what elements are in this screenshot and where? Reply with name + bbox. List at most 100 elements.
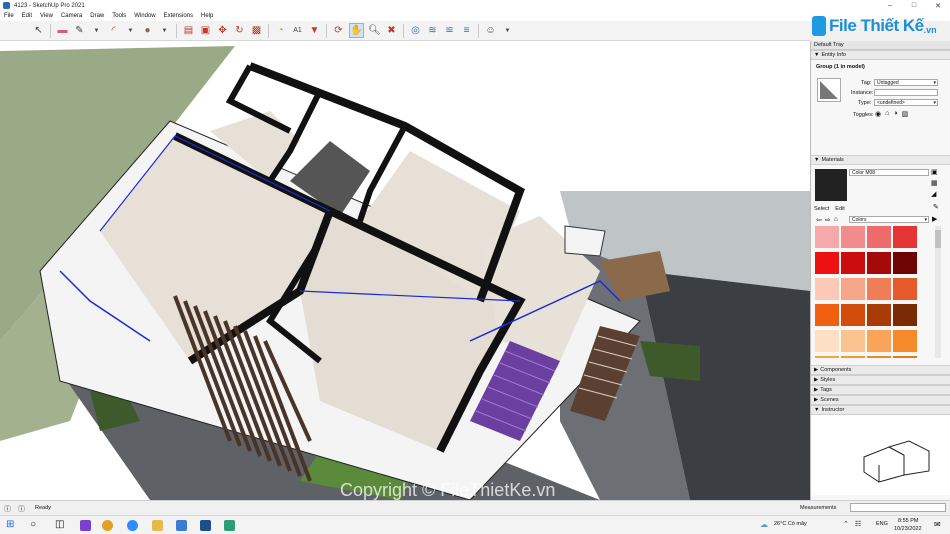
- type-select[interactable]: <undefined> ▾: [874, 99, 938, 106]
- close-button[interactable]: ✕: [926, 0, 950, 11]
- browser-icon[interactable]: [176, 520, 187, 531]
- color-swatch[interactable]: [893, 278, 917, 300]
- color-swatch[interactable]: [893, 226, 917, 248]
- color-swatch[interactable]: [815, 356, 839, 358]
- instance-input[interactable]: [874, 89, 938, 96]
- tab-select[interactable]: Select: [814, 206, 829, 212]
- color-swatch[interactable]: [867, 278, 891, 300]
- color-swatch[interactable]: [841, 278, 865, 300]
- language-indicator[interactable]: ENG: [876, 521, 888, 527]
- tape-measure-tool-icon[interactable]: ◔: [274, 24, 287, 37]
- color-swatch[interactable]: [815, 330, 839, 352]
- weather-icon[interactable]: ☁: [760, 520, 768, 529]
- text-tool-icon[interactable]: A1: [291, 24, 304, 37]
- color-swatch[interactable]: [841, 226, 865, 248]
- messenger-icon[interactable]: [80, 520, 91, 531]
- menu-help[interactable]: Help: [201, 13, 213, 19]
- dropdown-arrow-icon[interactable]: ▼: [90, 24, 103, 37]
- default-material-icon[interactable]: ◢: [931, 190, 936, 198]
- color-swatch[interactable]: [841, 252, 865, 274]
- extension-warehouse-icon[interactable]: ≋: [426, 24, 439, 37]
- forward-arrow-icon[interactable]: ⇨: [825, 216, 831, 224]
- move-tool-icon[interactable]: ✥: [216, 24, 229, 37]
- instructor-header[interactable]: ▼ Instructor: [811, 405, 950, 415]
- color-swatch[interactable]: [893, 356, 917, 358]
- color-swatch[interactable]: [815, 252, 839, 274]
- color-swatch[interactable]: [841, 304, 865, 326]
- scale-tool-icon[interactable]: ▩: [250, 24, 263, 37]
- cast-shadow-toggle-icon[interactable]: ◑: [893, 110, 897, 118]
- rotate-tool-icon[interactable]: ↻: [233, 24, 246, 37]
- file-explorer-icon[interactable]: [152, 520, 163, 531]
- create-material-icon[interactable]: ▣: [931, 168, 938, 176]
- geo-location-icon[interactable]: ⓘ: [4, 504, 11, 514]
- tray-overflow-icon[interactable]: ⌃: [843, 520, 849, 528]
- color-swatch[interactable]: [867, 356, 891, 358]
- scenes-header[interactable]: ▶ Scenes: [811, 395, 950, 405]
- tag-select[interactable]: Untagged ▾: [874, 79, 938, 86]
- menu-camera[interactable]: Camera: [61, 13, 82, 19]
- menu-tools[interactable]: Tools: [112, 13, 126, 19]
- search-icon[interactable]: ○: [30, 519, 36, 530]
- eraser-tool-icon[interactable]: ▬: [56, 24, 69, 37]
- entity-info-header[interactable]: ▼ Entity Info: [811, 50, 950, 60]
- color-swatch[interactable]: [867, 330, 891, 352]
- arc-tool-icon[interactable]: ◜: [107, 24, 120, 37]
- sketchup-taskbar-icon[interactable]: [200, 520, 211, 531]
- extension-manager-icon[interactable]: ≡: [460, 24, 473, 37]
- notification-icon[interactable]: ✉: [934, 520, 941, 529]
- color-swatch[interactable]: [893, 304, 917, 326]
- menu-window[interactable]: Window: [134, 13, 155, 19]
- zoom-extents-icon[interactable]: ✖: [385, 24, 398, 37]
- visibility-toggle-icon[interactable]: ◉: [875, 110, 881, 118]
- library-select[interactable]: Colors ▾: [849, 216, 929, 223]
- color-swatch[interactable]: [867, 252, 891, 274]
- share-model-icon[interactable]: ≌: [443, 24, 456, 37]
- color-swatch[interactable]: [867, 304, 891, 326]
- menu-draw[interactable]: Draw: [90, 13, 104, 19]
- color-swatch[interactable]: [841, 356, 865, 358]
- color-swatch[interactable]: [841, 330, 865, 352]
- shape-tool-icon[interactable]: ●: [141, 24, 154, 37]
- menu-extensions[interactable]: Extensions: [164, 13, 193, 19]
- pan-tool-icon[interactable]: ✋: [349, 23, 364, 38]
- eyedropper-icon[interactable]: ✎: [933, 203, 939, 211]
- receive-shadow-toggle-icon[interactable]: ▧: [902, 110, 909, 118]
- display-secondary-icon[interactable]: ▦: [931, 179, 938, 187]
- orbit-tool-icon[interactable]: ⟳: [332, 24, 345, 37]
- network-icon[interactable]: ☷: [855, 520, 861, 528]
- tab-edit[interactable]: Edit: [835, 206, 844, 212]
- color-swatch[interactable]: [815, 278, 839, 300]
- windows-start-icon[interactable]: ⊞: [6, 519, 14, 530]
- measurements-input[interactable]: [850, 503, 946, 512]
- tags-header[interactable]: ▶ Tags: [811, 385, 950, 395]
- color-swatch[interactable]: [893, 252, 917, 274]
- back-arrow-icon[interactable]: ⇦: [816, 216, 822, 224]
- styles-header[interactable]: ▶ Styles: [811, 375, 950, 385]
- minimize-button[interactable]: –: [878, 0, 902, 11]
- color-swatch[interactable]: [815, 226, 839, 248]
- credits-icon[interactable]: ⓘ: [18, 504, 25, 514]
- components-header[interactable]: ▶ Components: [811, 365, 950, 375]
- menu-file[interactable]: File: [4, 13, 14, 19]
- warehouse-icon[interactable]: ◎: [409, 24, 422, 37]
- push-pull-tool-icon[interactable]: ▤: [182, 24, 195, 37]
- clock-time[interactable]: 8:55 PM: [898, 518, 918, 524]
- material-name-input[interactable]: Color M08: [849, 169, 929, 176]
- color-swatch[interactable]: [867, 226, 891, 248]
- zoom-tool-icon[interactable]: 🔍︎: [368, 24, 381, 37]
- dropdown-arrow-icon[interactable]: ▼: [501, 24, 514, 37]
- chrome-icon[interactable]: [102, 520, 113, 531]
- swatch-scrollbar[interactable]: [935, 226, 941, 358]
- materials-header[interactable]: ▼ Materials: [811, 155, 950, 165]
- color-swatch[interactable]: [815, 304, 839, 326]
- dropdown-arrow-icon[interactable]: ▼: [124, 24, 137, 37]
- weather-text[interactable]: 26°C Có mây: [774, 521, 807, 527]
- line-tool-icon[interactable]: ✎: [73, 24, 86, 37]
- layout-taskbar-icon[interactable]: [224, 520, 235, 531]
- select-tool-icon[interactable]: ↖: [32, 24, 45, 37]
- clock-date[interactable]: 10/23/2022: [894, 526, 922, 532]
- task-view-icon[interactable]: ◫: [55, 519, 64, 530]
- dropdown-arrow-icon[interactable]: ▼: [158, 24, 171, 37]
- zoom-app-icon[interactable]: [127, 520, 138, 531]
